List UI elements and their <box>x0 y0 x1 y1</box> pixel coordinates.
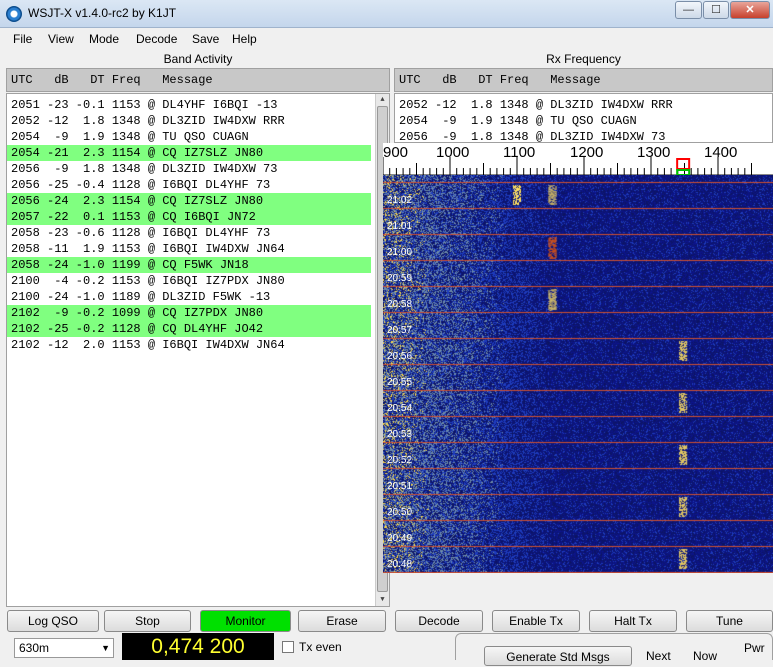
erase-button[interactable]: Erase <box>298 610 386 632</box>
menu-help[interactable]: Help <box>232 32 257 46</box>
waterfall-time-label: 20:48 <box>387 559 413 570</box>
rx-frequency-marker[interactable] <box>676 158 691 170</box>
log-qso-button[interactable]: Log QSO <box>7 610 99 632</box>
band-activity-line-cq: 2054 -21 2.3 1154 @ CQ IZ7SLZ JN80 <box>7 145 371 161</box>
generate-std-msgs-button[interactable]: Generate Std Msgs <box>484 646 632 666</box>
waterfall-time-label: 20:57 <box>387 325 413 336</box>
band-activity-line: 2058 -23 -0.6 1128 @ I6BQI DL4YHF 73 <box>11 226 271 240</box>
monitor-button[interactable]: Monitor <box>200 610 291 632</box>
scale-label-900: 900 <box>383 144 409 161</box>
close-button[interactable]: ✕ <box>730 1 770 19</box>
menu-file[interactable]: File <box>13 32 32 46</box>
band-activity-line: 2100 -4 -0.2 1153 @ I6BQI IZ7PDX JN80 <box>11 274 285 288</box>
band-activity-line: 2051 -23 -0.1 1153 @ DL4YHF I6BQI -13 <box>11 98 278 112</box>
rx-frequency-line: 2052 -12 1.8 1348 @ DL3ZID IW4DXW RRR <box>399 98 673 112</box>
rx-frequency-line: 2056 -9 1.8 1348 @ DL3ZID IW4DXW 73 <box>399 130 666 143</box>
scroll-up-arrow-icon[interactable]: ▲ <box>376 95 389 105</box>
menu-save[interactable]: Save <box>192 32 219 46</box>
waterfall-time-label: 20:54 <box>387 403 413 414</box>
waterfall-time-label: 21:02 <box>387 195 413 206</box>
pwr-label: Pwr <box>744 641 765 655</box>
waterfall-time-label: 20:58 <box>387 299 413 310</box>
wsjtx-app-icon <box>6 6 22 22</box>
waterfall-time-label: 21:01 <box>387 221 413 232</box>
waterfall-time-label: 20:52 <box>387 455 413 466</box>
waterfall-time-label: 20:49 <box>387 533 413 544</box>
window-title: WSJT-X v1.4.0-rc2 by K1JT <box>28 6 177 20</box>
band-activity-list[interactable]: 2051 -23 -0.1 1153 @ DL4YHF I6BQI -13 20… <box>6 93 390 607</box>
title-bar: WSJT-X v1.4.0-rc2 by K1JT — ☐ ✕ <box>0 0 773 28</box>
band-activity-line: 2102 -12 2.0 1153 @ I6BQI IW4DXW JN64 <box>11 338 285 352</box>
scale-label-1300: 1300 <box>637 144 671 161</box>
band-select-value: 630m <box>19 641 50 655</box>
band-activity-line: 2054 -9 1.9 1348 @ TU QSO CUAGN <box>11 130 249 144</box>
scroll-down-arrow-icon[interactable]: ▼ <box>376 595 389 605</box>
menu-decode[interactable]: Decode <box>136 32 177 46</box>
waterfall-time-label: 20:51 <box>387 481 413 492</box>
band-activity-line: 2052 -12 1.8 1348 @ DL3ZID IW4DXW RRR <box>11 114 285 128</box>
band-activity-line: 2058 -11 1.9 1153 @ I6BQI IW4DXW JN64 <box>11 242 285 256</box>
waterfall-time-label: 20:53 <box>387 429 413 440</box>
minimize-button[interactable]: — <box>675 1 702 19</box>
rx-frequency-header: UTC dB DT Freq Message <box>394 68 773 92</box>
waterfall-canvas[interactable] <box>383 175 773 573</box>
rx-frequency-line: 2054 -9 1.9 1348 @ TU QSO CUAGN <box>399 114 637 128</box>
scale-label-1100: 1100 <box>503 144 536 161</box>
scale-label-1000: 1000 <box>436 144 470 161</box>
band-activity-header: UTC dB DT Freq Message <box>6 68 390 92</box>
menu-mode[interactable]: Mode <box>89 32 119 46</box>
band-activity-line-cq: 2057 -22 0.1 1153 @ CQ I6BQI JN72 <box>7 209 371 225</box>
stop-button[interactable]: Stop <box>104 610 191 632</box>
tx-even-checkbox[interactable] <box>282 641 294 653</box>
waterfall-time-label: 20:50 <box>387 507 413 518</box>
maximize-button[interactable]: ☐ <box>703 1 729 19</box>
decode-button[interactable]: Decode <box>395 610 483 632</box>
tx-even-label: Tx even <box>299 640 342 654</box>
waterfall-time-label: 21:00 <box>387 247 413 258</box>
band-activity-line-cq: 2102 -25 -0.2 1128 @ CQ DL4YHF JO42 <box>7 321 371 337</box>
enable-tx-button[interactable]: Enable Tx <box>492 610 580 632</box>
band-activity-title: Band Activity <box>163 52 233 66</box>
band-activity-line-cq: 2058 -24 -1.0 1199 @ CQ F5WK JN18 <box>7 257 371 273</box>
waterfall-frequency-scale[interactable]: 900 1000 1100 1200 1300 1400 <box>383 143 773 175</box>
scale-label-1400: 1400 <box>704 144 738 161</box>
menu-bar: File View Mode Decode Save Help <box>0 28 773 50</box>
waterfall-time-label: 20:55 <box>387 377 413 388</box>
halt-tx-button[interactable]: Halt Tx <box>589 610 677 632</box>
band-activity-line: 2100 -24 -1.0 1189 @ DL3ZID F5WK -13 <box>11 290 271 304</box>
band-select[interactable]: 630m ▼ <box>14 638 114 658</box>
waterfall-time-label: 20:56 <box>387 351 413 362</box>
next-column-label: Next <box>646 649 671 663</box>
band-activity-line-cq: 2056 -24 2.3 1154 @ CQ IZ7SLZ JN80 <box>7 193 371 209</box>
now-column-label: Now <box>693 649 718 663</box>
scale-label-1200: 1200 <box>570 144 604 161</box>
dial-frequency-display: 0,474 200 <box>122 633 274 660</box>
band-activity-line: 2056 -9 1.8 1348 @ DL3ZID IW4DXW 73 <box>11 162 278 176</box>
chevron-down-icon: ▼ <box>101 643 110 653</box>
rx-frequency-list[interactable]: 2052 -12 1.8 1348 @ DL3ZID IW4DXW RRR 20… <box>394 93 773 143</box>
band-activity-line: 2056 -25 -0.4 1128 @ I6BQI DL4YHF 73 <box>11 178 271 192</box>
band-activity-line-cq: 2102 -9 -0.2 1099 @ CQ IZ7PDX JN80 <box>7 305 371 321</box>
tune-button[interactable]: Tune <box>686 610 773 632</box>
menu-view[interactable]: View <box>48 32 74 46</box>
waterfall-display[interactable]: 21:02 21:01 21:00 20:59 20:58 20:57 20:5… <box>383 175 773 573</box>
waterfall-time-label: 20:59 <box>387 273 413 284</box>
rx-frequency-title: Rx Frequency <box>546 52 621 66</box>
